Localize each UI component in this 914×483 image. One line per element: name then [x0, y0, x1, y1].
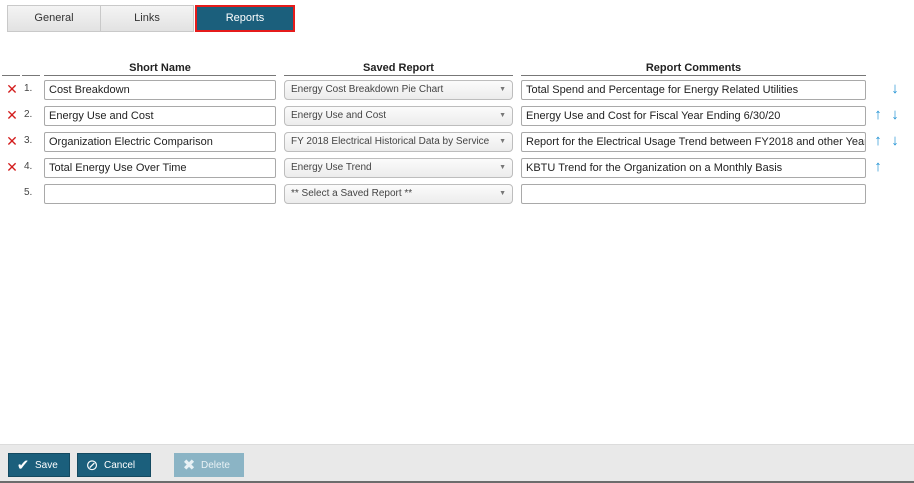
tab-reports[interactable]: Reports — [195, 5, 295, 32]
report-comment-input[interactable] — [521, 184, 866, 204]
saved-report-value: Energy Use Trend — [291, 162, 372, 173]
row-number: 1. — [24, 83, 33, 94]
header-divider — [22, 75, 40, 76]
column-header-report-comments: Report Comments — [645, 62, 742, 74]
action-bar: ✔ Save ⊘ Cancel ✖ Delete — [0, 444, 914, 483]
saved-report-select[interactable]: Energy Use Trend ▼ — [284, 158, 513, 178]
delete-button-label: Delete — [201, 460, 230, 471]
header-divider — [44, 75, 276, 76]
circle-slash-icon: ⊘ — [85, 457, 99, 474]
chevron-down-icon: ▼ — [499, 190, 506, 197]
short-name-input[interactable] — [44, 184, 276, 204]
arrow-up-icon[interactable]: ↑ — [872, 132, 884, 150]
saved-report-select[interactable]: Energy Use and Cost ▼ — [284, 106, 513, 126]
save-button-label: Save — [35, 460, 58, 471]
chevron-down-icon: ▼ — [499, 86, 506, 93]
cancel-button[interactable]: ⊘ Cancel — [77, 453, 151, 477]
remove-row-x-icon[interactable]: ✕ — [6, 82, 18, 96]
remove-row-x-icon[interactable]: ✕ — [6, 108, 18, 122]
column-header-short-name: Short Name — [129, 62, 191, 74]
header-divider — [284, 75, 513, 76]
saved-report-value: ** Select a Saved Report ** — [291, 188, 413, 199]
table-row: ✕ 1. Cost Breakdown Energy Cost Breakdow… — [0, 80, 900, 100]
table-row: ✕ 2. Energy Use and Cost Energy Use and … — [0, 106, 900, 126]
row-number: 3. — [24, 135, 33, 146]
chevron-down-icon: ▼ — [499, 138, 506, 145]
arrow-up-icon[interactable]: ↑ — [872, 106, 884, 124]
remove-row-x-icon[interactable]: ✕ — [6, 160, 18, 174]
arrow-down-icon[interactable]: ↓ — [889, 106, 901, 124]
arrow-up-icon[interactable]: ↑ — [872, 158, 884, 176]
short-name-input[interactable]: Total Energy Use Over Time — [44, 158, 276, 178]
chevron-down-icon: ▼ — [499, 112, 506, 119]
short-name-input[interactable]: Organization Electric Comparison — [44, 132, 276, 152]
saved-report-select[interactable]: FY 2018 Electrical Historical Data by Se… — [284, 132, 513, 152]
table-row: ✕ 4. Total Energy Use Over Time Energy U… — [0, 158, 900, 178]
header-divider — [2, 75, 20, 76]
row-number: 4. — [24, 161, 33, 172]
saved-report-select[interactable]: Energy Cost Breakdown Pie Chart ▼ — [284, 80, 513, 100]
x-icon: ✖ — [182, 457, 196, 474]
saved-report-value: Energy Cost Breakdown Pie Chart — [291, 84, 444, 95]
tab-bar: General Links Reports — [7, 5, 295, 32]
report-comment-input[interactable]: Total Spend and Percentage for Energy Re… — [521, 80, 866, 100]
short-name-input[interactable]: Energy Use and Cost — [44, 106, 276, 126]
report-comment-input[interactable]: KBTU Trend for the Organization on a Mon… — [521, 158, 866, 178]
saved-report-select[interactable]: ** Select a Saved Report ** ▼ — [284, 184, 513, 204]
remove-row-x-icon[interactable]: ✕ — [6, 134, 18, 148]
table-row: 5. ** Select a Saved Report ** ▼ — [0, 184, 900, 204]
saved-report-value: FY 2018 Electrical Historical Data by Se… — [291, 136, 490, 147]
short-name-input[interactable]: Cost Breakdown — [44, 80, 276, 100]
tab-links[interactable]: Links — [100, 5, 194, 32]
tab-general[interactable]: General — [7, 5, 101, 32]
arrow-down-icon[interactable]: ↓ — [889, 132, 901, 150]
saved-report-value: Energy Use and Cost — [291, 110, 387, 121]
row-number: 2. — [24, 109, 33, 120]
save-button[interactable]: ✔ Save — [8, 453, 70, 477]
arrow-down-icon[interactable]: ↓ — [889, 80, 901, 98]
column-header-saved-report: Saved Report — [363, 62, 434, 74]
table-row: ✕ 3. Organization Electric Comparison FY… — [0, 132, 900, 152]
cancel-button-label: Cancel — [104, 460, 136, 471]
chevron-down-icon: ▼ — [499, 164, 506, 171]
checkmark-icon: ✔ — [16, 457, 30, 474]
delete-button[interactable]: ✖ Delete — [174, 453, 244, 477]
header-divider — [521, 75, 866, 76]
report-comment-input[interactable]: Energy Use and Cost for Fiscal Year Endi… — [521, 106, 866, 126]
row-number: 5. — [24, 187, 33, 198]
report-comment-input[interactable]: Report for the Electrical Usage Trend be… — [521, 132, 866, 152]
